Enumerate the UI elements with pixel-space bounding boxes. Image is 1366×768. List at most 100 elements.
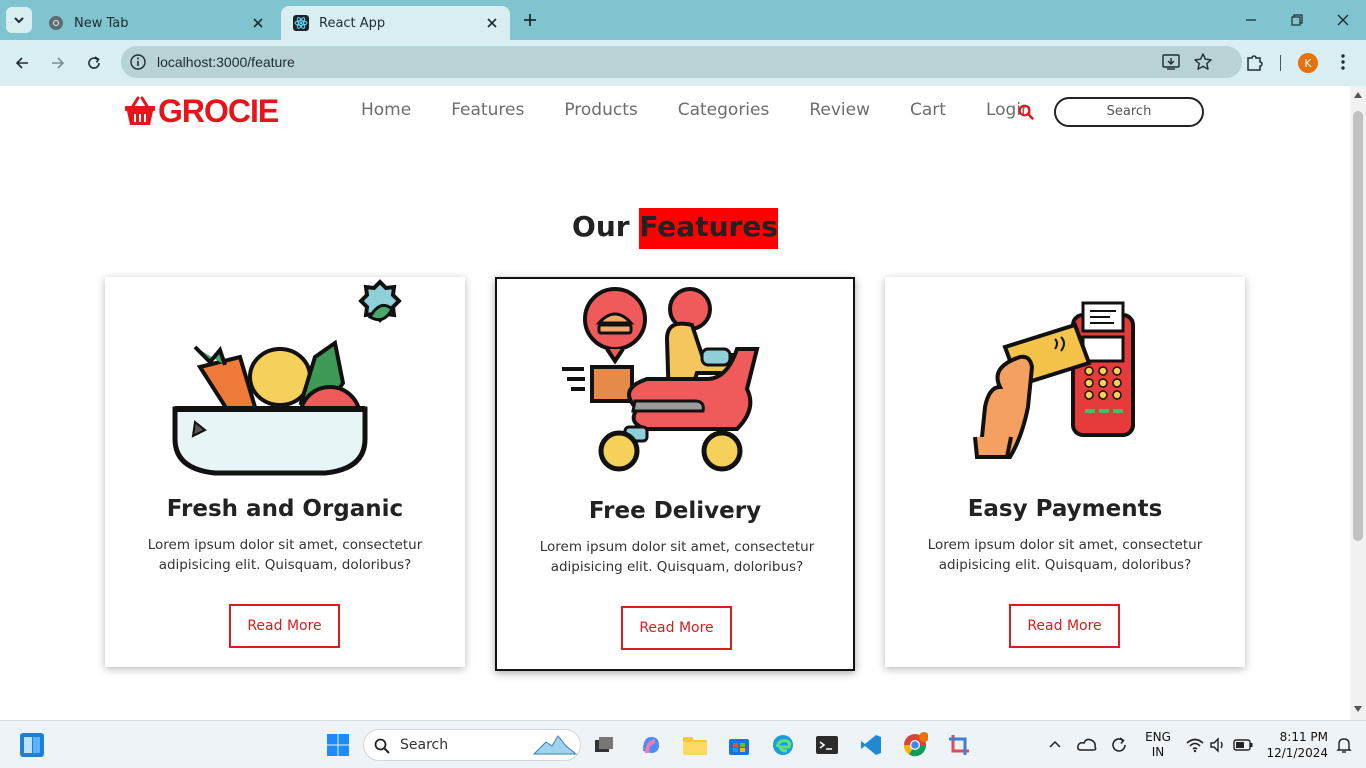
speaker-icon bbox=[1210, 737, 1223, 753]
shopping-basket-icon bbox=[125, 96, 155, 125]
install-app-icon[interactable] bbox=[1161, 52, 1181, 72]
terminal-button[interactable] bbox=[813, 731, 841, 759]
url-text: localhost:3000/feature bbox=[157, 54, 295, 70]
tab-label: React App bbox=[319, 15, 386, 31]
language-indicator[interactable]: ENG IN bbox=[1144, 730, 1172, 760]
notifications-button[interactable] bbox=[1330, 731, 1358, 759]
task-view-button[interactable] bbox=[590, 731, 618, 759]
toolbar-separator bbox=[1280, 55, 1281, 71]
search-input[interactable]: Search bbox=[1054, 97, 1204, 127]
scroll-up-arrow-icon[interactable] bbox=[1354, 92, 1362, 98]
edge-icon bbox=[773, 735, 793, 755]
card-title: Fresh and Organic bbox=[166, 496, 404, 522]
card-description: Lorem ipsum dolor sit amet, consectetur … bbox=[927, 537, 1203, 573]
taskbar-search[interactable]: Search bbox=[363, 729, 581, 761]
nav-review[interactable]: Review bbox=[809, 100, 870, 120]
show-hidden-icons-button[interactable] bbox=[1041, 731, 1069, 759]
minimize-button[interactable] bbox=[1239, 8, 1263, 32]
restore-icon bbox=[1291, 14, 1303, 26]
read-more-button[interactable]: Read More bbox=[229, 604, 340, 648]
snipping-tool-button[interactable] bbox=[945, 731, 973, 759]
bookmark-star-icon[interactable] bbox=[1193, 52, 1213, 72]
nav-features[interactable]: Features bbox=[451, 100, 524, 120]
card-payment-illustration bbox=[973, 301, 1135, 459]
main-nav: Home Features Products Categories Review… bbox=[361, 100, 1072, 120]
close-window-button[interactable] bbox=[1331, 8, 1355, 32]
feature-card-delivery: Free Delivery Lorem ipsum dolor sit amet… bbox=[495, 277, 855, 671]
region-code: IN bbox=[1151, 745, 1165, 759]
new-tab-button[interactable] bbox=[518, 10, 542, 30]
arrow-left-icon bbox=[15, 57, 28, 69]
snipping-tool-icon bbox=[949, 735, 969, 755]
copilot-button[interactable] bbox=[637, 731, 665, 759]
terminal-icon bbox=[816, 736, 838, 754]
vscode-button[interactable] bbox=[857, 731, 885, 759]
browser-toolbar: localhost:3000/feature K bbox=[0, 40, 1366, 86]
onedrive-button[interactable] bbox=[1073, 731, 1101, 759]
clock[interactable]: 8:11 PM 12/1/2024 bbox=[1262, 729, 1328, 761]
folder-icon bbox=[683, 737, 707, 755]
nav-products[interactable]: Products bbox=[564, 100, 637, 120]
back-button[interactable] bbox=[10, 51, 34, 75]
widgets-icon bbox=[20, 733, 44, 757]
nav-cart[interactable]: Cart bbox=[910, 100, 946, 120]
search-icon[interactable] bbox=[1018, 104, 1034, 120]
microsoft-store-button[interactable] bbox=[725, 731, 753, 759]
close-tab-icon[interactable] bbox=[482, 13, 502, 33]
feature-card-payments: Easy Payments Lorem ipsum dolor sit amet… bbox=[885, 277, 1245, 667]
copilot-icon bbox=[643, 737, 659, 754]
nav-home[interactable]: Home bbox=[361, 100, 411, 120]
file-explorer-button[interactable] bbox=[681, 731, 709, 759]
language-code: ENG bbox=[1145, 730, 1171, 744]
notification-bell-icon bbox=[1336, 738, 1352, 753]
scrollbar-thumb[interactable] bbox=[1353, 111, 1363, 541]
chrome-icon bbox=[903, 732, 928, 757]
section-heading: Our Features bbox=[0, 208, 1350, 249]
heading-highlight: Features bbox=[639, 208, 778, 249]
clock-time: 8:11 PM bbox=[1279, 730, 1328, 744]
close-icon bbox=[1337, 14, 1349, 26]
chrome-taskbar-button[interactable] bbox=[901, 731, 929, 759]
minimize-icon bbox=[1246, 19, 1256, 21]
page-scrollbar[interactable] bbox=[1350, 86, 1366, 720]
start-button[interactable] bbox=[324, 731, 352, 759]
read-more-button[interactable]: Read More bbox=[1009, 604, 1120, 648]
plus-icon bbox=[524, 14, 536, 26]
widgets-button[interactable] bbox=[18, 731, 46, 759]
tab-react-app[interactable]: React App bbox=[281, 6, 510, 40]
wifi-icon bbox=[1186, 738, 1204, 753]
extensions-puzzle-icon[interactable] bbox=[1244, 51, 1266, 73]
chevron-down-icon bbox=[14, 17, 24, 24]
iceberg-icon bbox=[532, 735, 578, 755]
tab-new-tab[interactable]: New Tab bbox=[36, 6, 276, 40]
forward-button[interactable] bbox=[46, 51, 70, 75]
site-header: GROCIE Home Features Products Categories… bbox=[0, 86, 1350, 138]
task-view-icon bbox=[595, 737, 613, 752]
vscode-icon bbox=[861, 735, 881, 755]
refresh-icon bbox=[1112, 737, 1126, 752]
card-description: Lorem ipsum dolor sit amet, consectetur … bbox=[539, 539, 815, 575]
profile-avatar[interactable]: K bbox=[1298, 53, 1318, 73]
address-bar[interactable]: localhost:3000/feature bbox=[121, 46, 1242, 78]
battery-icon bbox=[1233, 739, 1253, 751]
card-title: Easy Payments bbox=[967, 496, 1163, 522]
arrow-right-icon bbox=[52, 57, 65, 69]
battery-button[interactable] bbox=[1229, 731, 1257, 759]
chevron-up-icon bbox=[1049, 740, 1061, 748]
nav-categories[interactable]: Categories bbox=[678, 100, 770, 120]
heading-text: Our bbox=[572, 210, 640, 243]
info-icon[interactable] bbox=[129, 53, 147, 71]
more-vertical-icon[interactable] bbox=[1338, 51, 1348, 73]
edge-button[interactable] bbox=[769, 731, 797, 759]
site-logo[interactable]: GROCIE bbox=[124, 93, 279, 129]
restore-button[interactable] bbox=[1285, 8, 1309, 32]
sync-status-button[interactable] bbox=[1105, 731, 1133, 759]
read-more-button[interactable]: Read More bbox=[621, 606, 732, 650]
volume-button[interactable] bbox=[1204, 731, 1232, 759]
tab-search-button[interactable] bbox=[6, 7, 32, 33]
vegetables-basket-illustration bbox=[172, 279, 402, 476]
scroll-down-arrow-icon[interactable] bbox=[1354, 706, 1362, 712]
close-tab-icon[interactable] bbox=[248, 13, 268, 33]
feature-card-fresh: Fresh and Organic Lorem ipsum dolor sit … bbox=[105, 277, 465, 667]
reload-button[interactable] bbox=[82, 51, 106, 75]
